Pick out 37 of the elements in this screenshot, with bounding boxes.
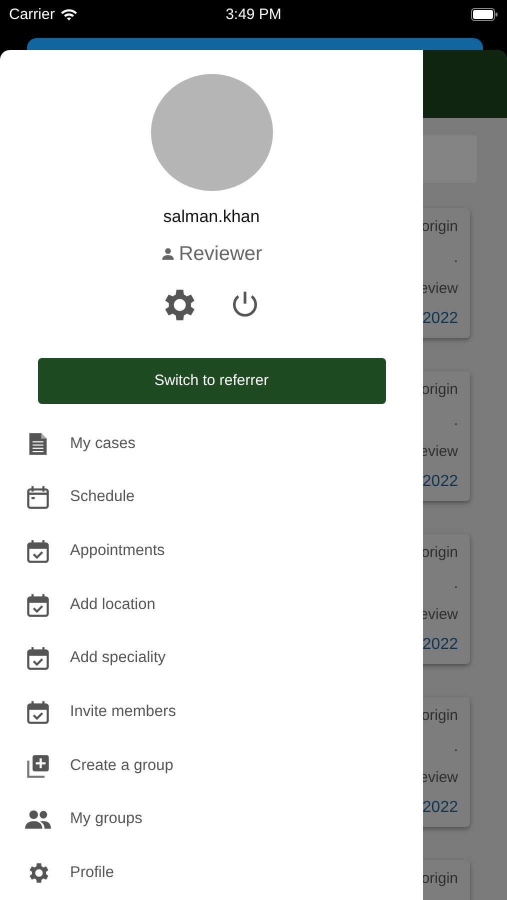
menu-item[interactable]: Schedule: [70, 488, 135, 506]
card-text: origin: [421, 217, 458, 237]
username: salman.khan: [163, 206, 260, 227]
card-text: origin: [421, 869, 458, 889]
menu-item[interactable]: Appointments: [70, 542, 165, 560]
menu-item[interactable]: Add speciality: [70, 649, 166, 668]
card-date: 2022: [422, 798, 458, 818]
role-label: Reviewer: [178, 242, 262, 266]
card-text: .: [454, 410, 458, 431]
card-text: .: [454, 248, 458, 268]
person-icon: [160, 247, 175, 262]
carrier-label: Carrier: [9, 6, 55, 22]
card-text: .: [454, 574, 458, 594]
menu-item[interactable]: Profile: [70, 864, 114, 882]
card-text: origin: [421, 706, 458, 726]
calendar-check-icon: [25, 592, 51, 618]
menu-item[interactable]: My cases: [70, 434, 136, 453]
clock-time: 3:49 PM: [226, 6, 282, 22]
card-text: .: [454, 736, 458, 757]
switch-role-button[interactable]: Switch to referrer: [38, 358, 386, 404]
calendar-icon: [25, 484, 51, 510]
battery-icon: [471, 8, 498, 20]
add-box-icon: [25, 752, 51, 779]
calendar-check-icon: [25, 538, 51, 564]
card-date: 2022: [422, 635, 458, 656]
calendar-check-icon: [25, 645, 51, 672]
wifi-icon: [60, 8, 78, 20]
menu-item[interactable]: Create a group: [70, 756, 174, 775]
card-date: 2022: [422, 309, 458, 330]
card-text: origin: [421, 380, 458, 400]
menu-item[interactable]: Add location: [70, 596, 156, 614]
card-text: origin: [421, 543, 458, 563]
menu-item[interactable]: My groups: [70, 810, 142, 828]
calendar-check-icon: [25, 699, 51, 726]
menu-item[interactable]: Invite members: [70, 703, 176, 722]
card-date: 2022: [422, 472, 458, 492]
settings-icon[interactable]: [162, 288, 196, 322]
